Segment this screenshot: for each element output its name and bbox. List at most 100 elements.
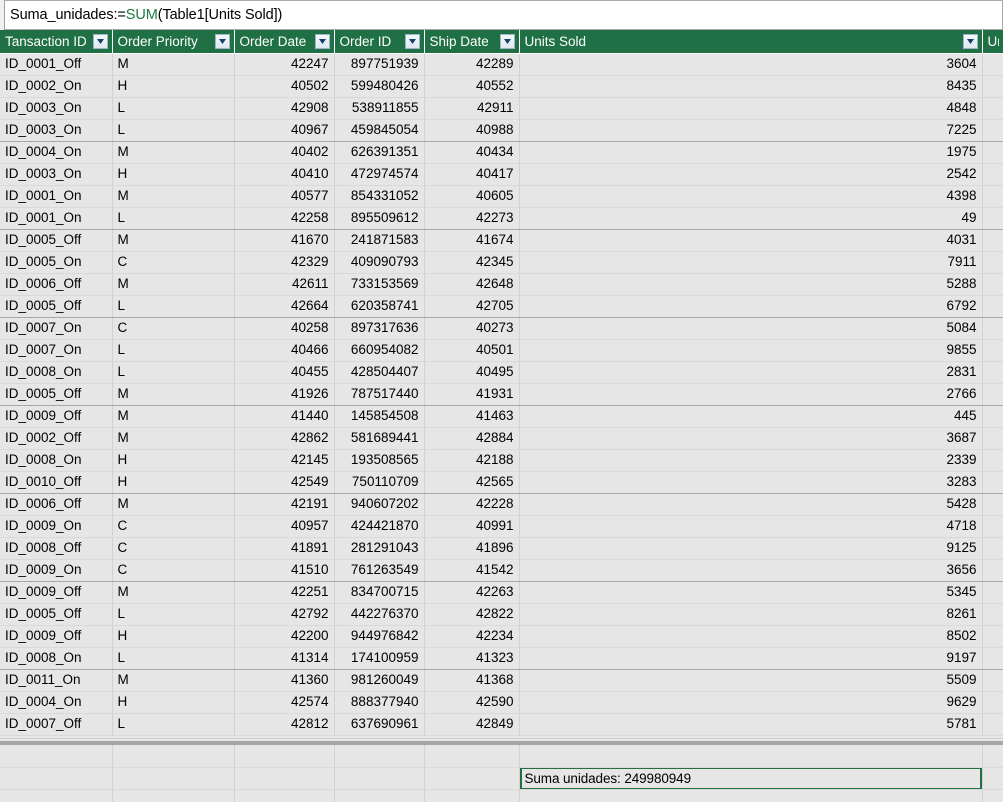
cell-order_id[interactable]: 787517440 bbox=[334, 383, 425, 406]
measure-row[interactable] bbox=[0, 745, 1003, 768]
cell-units_sold[interactable]: 3656 bbox=[519, 559, 983, 582]
cell-order_priority[interactable]: C bbox=[112, 559, 235, 582]
cell-ship_date[interactable]: 41931 bbox=[424, 383, 520, 406]
cell-order_id[interactable]: 733153569 bbox=[334, 273, 425, 296]
cell-order_id[interactable]: 897317636 bbox=[334, 317, 425, 340]
cell-order_id[interactable]: 944976842 bbox=[334, 625, 425, 648]
cell-units_sold[interactable]: 5781 bbox=[519, 713, 983, 736]
cell-transaction_id[interactable]: ID_0005_Off bbox=[0, 383, 113, 406]
measure-cell-empty[interactable] bbox=[334, 789, 425, 802]
table-row[interactable]: ID_0009_On C 41510 761263549 41542 3656 bbox=[0, 559, 1003, 582]
cell-transaction_id[interactable]: ID_0011_On bbox=[0, 669, 113, 692]
cell-overflow[interactable] bbox=[982, 691, 1003, 714]
table-row[interactable]: ID_0006_Off M 42611 733153569 42648 5288 bbox=[0, 273, 1003, 296]
cell-ship_date[interactable]: 42188 bbox=[424, 449, 520, 472]
cell-order_date[interactable]: 41510 bbox=[234, 559, 335, 582]
cell-ship_date[interactable]: 40273 bbox=[424, 317, 520, 340]
column-header-7[interactable]: Un bbox=[982, 30, 1003, 54]
cell-order_priority[interactable]: C bbox=[112, 251, 235, 274]
table-row[interactable]: ID_0002_On H 40502 599480426 40552 8435 bbox=[0, 75, 1003, 98]
cell-order_priority[interactable]: M bbox=[112, 493, 235, 516]
cell-order_priority[interactable]: H bbox=[112, 75, 235, 98]
cell-overflow[interactable] bbox=[982, 383, 1003, 406]
cell-ship_date[interactable]: 40501 bbox=[424, 339, 520, 362]
cell-order_date[interactable]: 40502 bbox=[234, 75, 335, 98]
cell-order_id[interactable]: 761263549 bbox=[334, 559, 425, 582]
cell-order_date[interactable]: 42812 bbox=[234, 713, 335, 736]
cell-order_id[interactable]: 834700715 bbox=[334, 581, 425, 604]
measure-cell-empty[interactable] bbox=[334, 767, 425, 790]
cell-ship_date[interactable]: 42822 bbox=[424, 603, 520, 626]
cell-order_id[interactable]: 599480426 bbox=[334, 75, 425, 98]
cell-transaction_id[interactable]: ID_0001_Off bbox=[0, 53, 113, 76]
cell-ship_date[interactable]: 42263 bbox=[424, 581, 520, 604]
cell-transaction_id[interactable]: ID_0007_On bbox=[0, 339, 113, 362]
cell-order_priority[interactable]: M bbox=[112, 185, 235, 208]
cell-ship_date[interactable]: 40605 bbox=[424, 185, 520, 208]
table-row[interactable]: ID_0008_Off C 41891 281291043 41896 9125 bbox=[0, 537, 1003, 560]
table-row[interactable]: ID_0009_On C 40957 424421870 40991 4718 bbox=[0, 515, 1003, 538]
cell-ship_date[interactable]: 42911 bbox=[424, 97, 520, 120]
cell-order_priority[interactable]: L bbox=[112, 713, 235, 736]
cell-units_sold[interactable]: 6792 bbox=[519, 295, 983, 318]
table-row[interactable]: ID_0008_On H 42145 193508565 42188 2339 bbox=[0, 449, 1003, 472]
cell-overflow[interactable] bbox=[982, 537, 1003, 560]
cell-units_sold[interactable]: 9855 bbox=[519, 339, 983, 362]
measure-cell-empty[interactable] bbox=[234, 767, 335, 790]
cell-order_date[interactable]: 41360 bbox=[234, 669, 335, 692]
cell-order_priority[interactable]: L bbox=[112, 97, 235, 120]
cell-units_sold[interactable]: 7225 bbox=[519, 119, 983, 142]
cell-transaction_id[interactable]: ID_0001_On bbox=[0, 185, 113, 208]
measure-cell-empty[interactable] bbox=[0, 789, 113, 802]
cell-units_sold[interactable]: 5084 bbox=[519, 317, 983, 340]
filter-dropdown-icon[interactable] bbox=[962, 33, 978, 49]
cell-units_sold[interactable]: 3687 bbox=[519, 427, 983, 450]
cell-order_date[interactable]: 42258 bbox=[234, 207, 335, 230]
measure-cell-empty[interactable] bbox=[519, 745, 983, 768]
cell-order_priority[interactable]: M bbox=[112, 427, 235, 450]
cell-order_priority[interactable]: L bbox=[112, 361, 235, 384]
cell-order_date[interactable]: 42200 bbox=[234, 625, 335, 648]
cell-order_priority[interactable]: M bbox=[112, 53, 235, 76]
cell-order_id[interactable]: 472974574 bbox=[334, 163, 425, 186]
table-row[interactable]: ID_0001_On M 40577 854331052 40605 4398 bbox=[0, 185, 1003, 208]
measure-cell-selected[interactable]: Suma unidades: 249980949 bbox=[519, 767, 983, 790]
cell-order_id[interactable]: 888377940 bbox=[334, 691, 425, 714]
grid-splitter[interactable] bbox=[0, 738, 1003, 745]
table-row[interactable]: ID_0010_Off H 42549 750110709 42565 3283 bbox=[0, 471, 1003, 494]
cell-overflow[interactable] bbox=[982, 119, 1003, 142]
cell-transaction_id[interactable]: ID_0004_On bbox=[0, 141, 113, 164]
filter-dropdown-icon[interactable] bbox=[314, 33, 330, 49]
cell-order_date[interactable]: 40466 bbox=[234, 339, 335, 362]
cell-order_date[interactable]: 40577 bbox=[234, 185, 335, 208]
cell-ship_date[interactable]: 42234 bbox=[424, 625, 520, 648]
cell-order_priority[interactable]: H bbox=[112, 691, 235, 714]
cell-units_sold[interactable]: 9197 bbox=[519, 647, 983, 670]
table-row[interactable]: ID_0003_On H 40410 472974574 40417 2542 bbox=[0, 163, 1003, 186]
cell-order_date[interactable]: 41891 bbox=[234, 537, 335, 560]
column-header-4[interactable]: Order ID bbox=[334, 30, 425, 54]
measure-cell-empty[interactable] bbox=[982, 745, 1003, 768]
cell-order_priority[interactable]: L bbox=[112, 119, 235, 142]
cell-transaction_id[interactable]: ID_0009_Off bbox=[0, 625, 113, 648]
table-row[interactable]: ID_0009_Off M 41440 145854508 41463 445 bbox=[0, 405, 1003, 428]
cell-overflow[interactable] bbox=[982, 603, 1003, 626]
cell-overflow[interactable] bbox=[982, 713, 1003, 736]
cell-transaction_id[interactable]: ID_0004_On bbox=[0, 691, 113, 714]
cell-ship_date[interactable]: 42884 bbox=[424, 427, 520, 450]
cell-order_id[interactable]: 428504407 bbox=[334, 361, 425, 384]
table-row[interactable]: ID_0008_On L 41314 174100959 41323 9197 bbox=[0, 647, 1003, 670]
cell-overflow[interactable] bbox=[982, 251, 1003, 274]
cell-transaction_id[interactable]: ID_0007_Off bbox=[0, 713, 113, 736]
cell-units_sold[interactable]: 5428 bbox=[519, 493, 983, 516]
cell-transaction_id[interactable]: ID_0009_Off bbox=[0, 405, 113, 428]
measure-cell-empty[interactable] bbox=[0, 767, 113, 790]
measure-cell-empty[interactable] bbox=[982, 789, 1003, 802]
cell-order_date[interactable]: 42251 bbox=[234, 581, 335, 604]
cell-order_date[interactable]: 42664 bbox=[234, 295, 335, 318]
cell-order_id[interactable]: 193508565 bbox=[334, 449, 425, 472]
cell-units_sold[interactable]: 3604 bbox=[519, 53, 983, 76]
cell-order_date[interactable]: 42574 bbox=[234, 691, 335, 714]
table-row[interactable]: ID_0006_Off M 42191 940607202 42228 5428 bbox=[0, 493, 1003, 516]
table-row[interactable]: ID_0003_On L 42908 538911855 42911 4848 bbox=[0, 97, 1003, 120]
